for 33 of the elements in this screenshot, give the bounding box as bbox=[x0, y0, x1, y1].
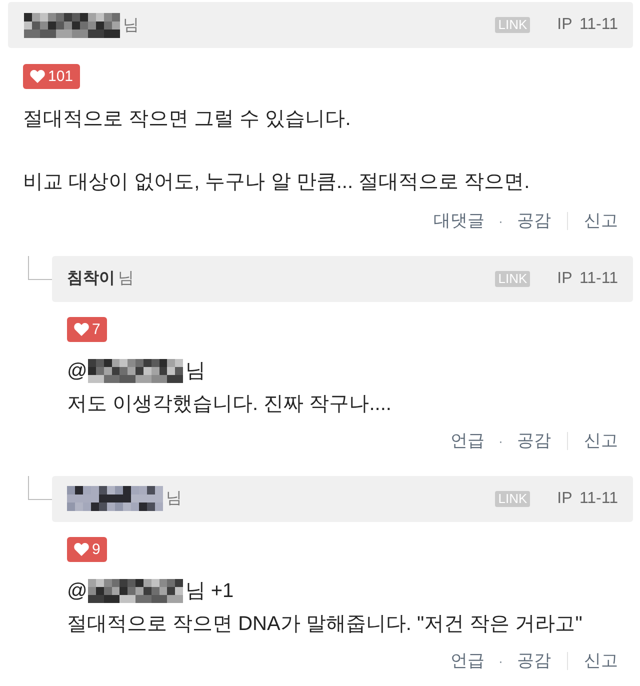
comment-text: 절대적으로 작으면 DNA가 말해줍니다. "저건 작은 거라고" bbox=[67, 612, 584, 636]
comment-action-link[interactable]: 언급 bbox=[450, 649, 484, 672]
comment-text: 저도 이생각했습니다. 진짜 작구나.... bbox=[67, 392, 392, 416]
ip-date-text: IP 11-11 bbox=[557, 490, 618, 508]
ip-date-text: IP 11-11 bbox=[557, 270, 618, 288]
honorific-suffix: 님 bbox=[166, 489, 182, 509]
heart-icon bbox=[74, 322, 89, 336]
dot-separator: · bbox=[498, 212, 503, 228]
report-link[interactable]: 신고 bbox=[584, 429, 618, 452]
like-count: 7 bbox=[92, 320, 100, 338]
ip-date-text: IP 11-11 bbox=[557, 16, 618, 34]
comment-text: 절대적으로 작으면 그럴 수 있습니다. bbox=[23, 107, 352, 132]
author-name[interactable]: 침착이 bbox=[67, 268, 115, 289]
comment-text: 비교 대상이 없어도, 누구나 알 만큼... 절대적으로 작으면. bbox=[23, 170, 531, 195]
comment-action-link[interactable]: 공감 bbox=[517, 649, 551, 672]
like-count: 101 bbox=[48, 68, 74, 85]
comment-action-link[interactable]: 공감 bbox=[517, 429, 551, 452]
heart-icon bbox=[74, 542, 89, 556]
like-count: 9 bbox=[92, 540, 100, 558]
mention-at-sign: @ bbox=[67, 578, 88, 604]
heart-icon bbox=[30, 70, 45, 83]
report-link[interactable]: 신고 bbox=[584, 649, 618, 672]
dot-separator: · bbox=[498, 652, 503, 668]
mention-suffix: 님 bbox=[185, 358, 206, 384]
honorific-suffix: 님 bbox=[123, 16, 139, 36]
mention-at-sign: @ bbox=[67, 358, 88, 384]
comment-action-link[interactable]: 공감 bbox=[517, 209, 551, 232]
report-link[interactable]: 신고 bbox=[584, 209, 618, 232]
honorific-suffix: 님 bbox=[118, 269, 134, 289]
comment-action-link[interactable]: 대댓글 bbox=[433, 209, 484, 232]
mention-suffix: 님 +1 bbox=[185, 578, 234, 604]
dot-separator: · bbox=[498, 432, 503, 448]
comment-action-link[interactable]: 언급 bbox=[450, 429, 484, 452]
